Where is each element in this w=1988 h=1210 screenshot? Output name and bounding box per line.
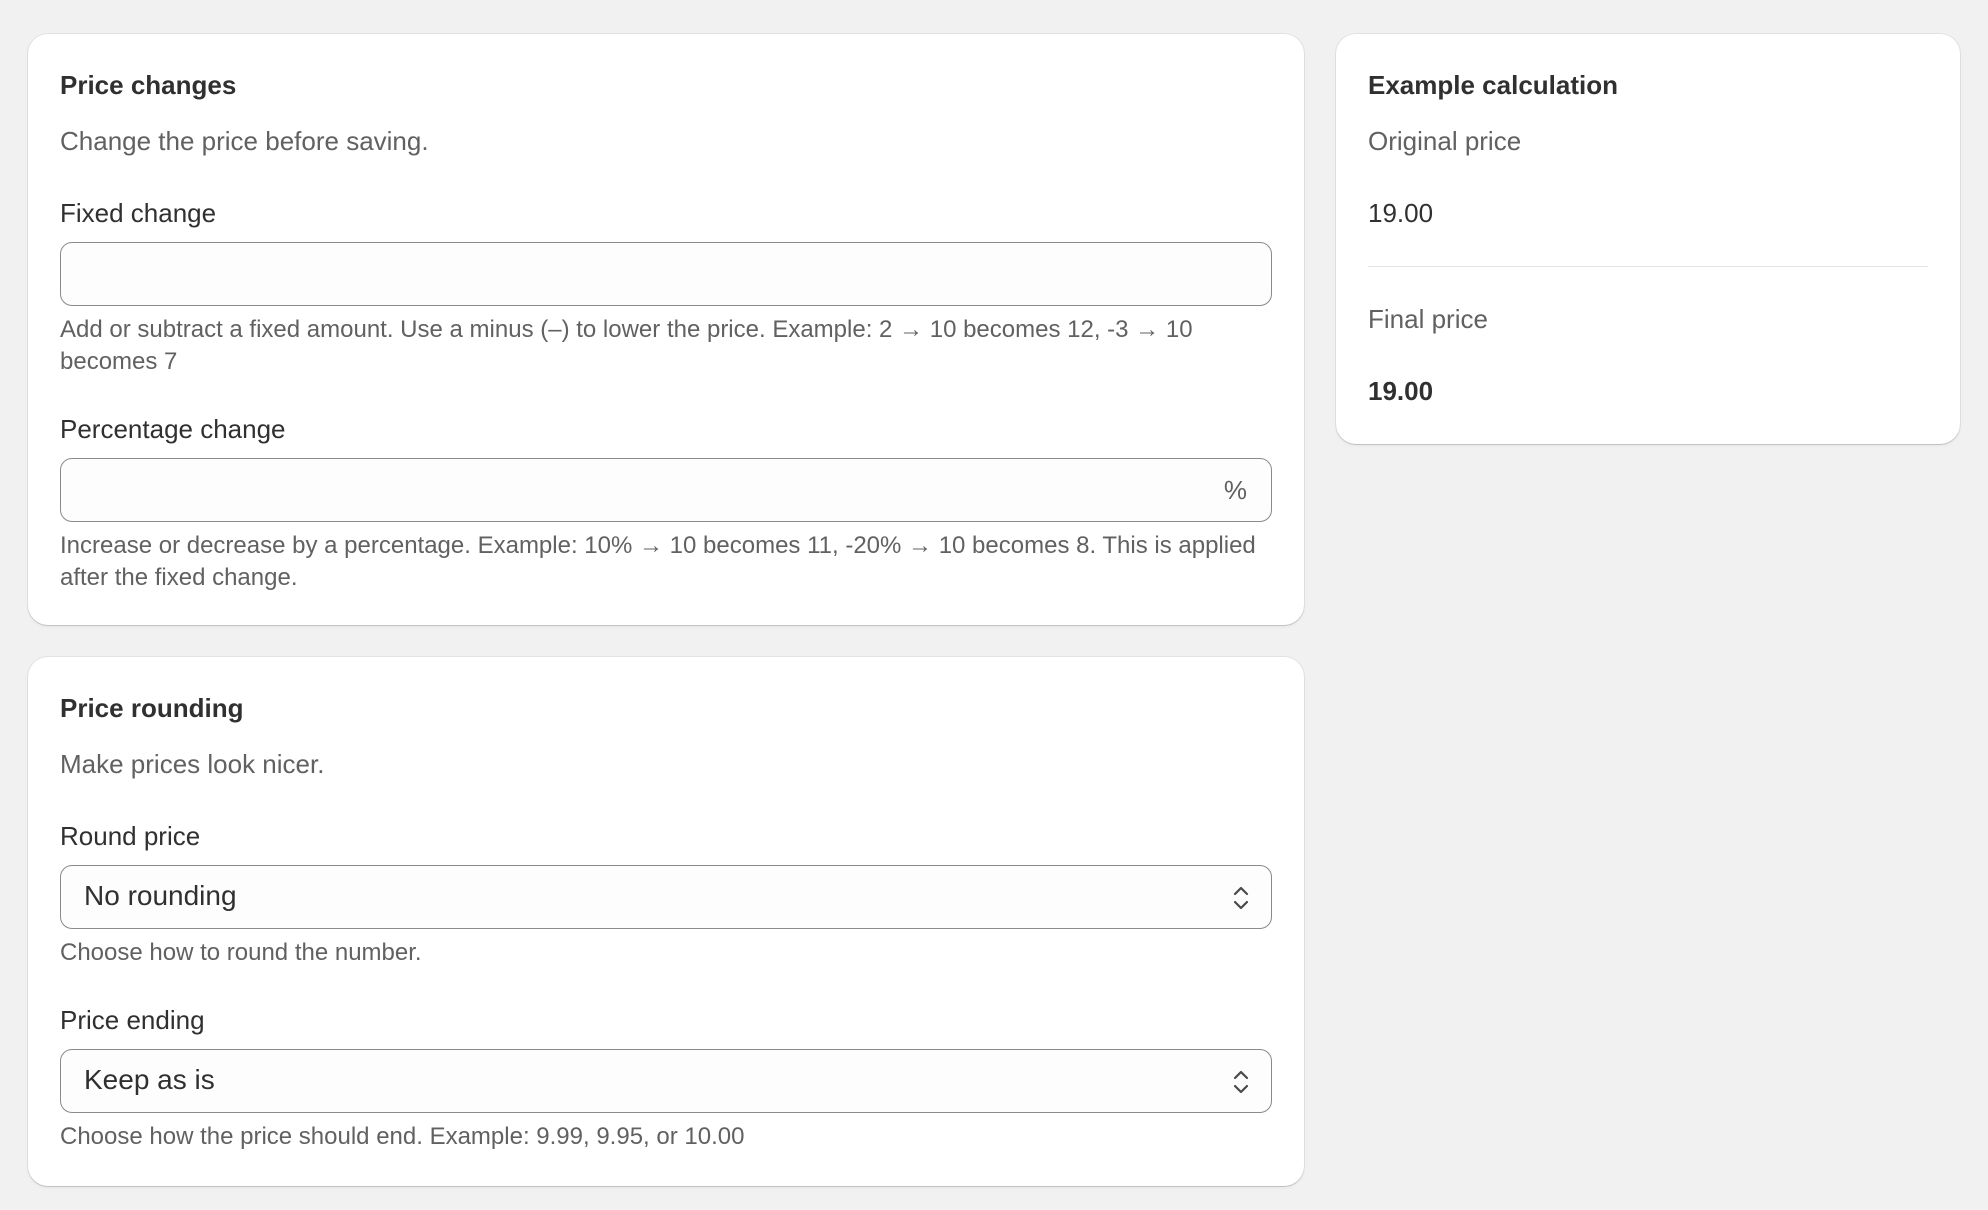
fixed-change-help: Add or subtract a fixed amount. Use a mi…	[60, 316, 1193, 375]
round-price-select[interactable]: No rounding	[60, 865, 1272, 929]
percentage-change-input[interactable]	[61, 459, 1271, 521]
price-rounding-card: Price rounding Make prices look nicer. R…	[28, 657, 1304, 1186]
final-price-label: Final price	[1368, 304, 1488, 334]
price-changes-description: Change the price before saving.	[60, 126, 429, 156]
price-ending-help: Choose how the price should end. Example…	[60, 1123, 745, 1150]
round-price-label: Round price	[60, 821, 201, 851]
original-price-label: Original price	[1368, 126, 1522, 156]
percentage-change-label: Percentage change	[60, 414, 286, 444]
example-calculation-title: Example calculation	[1368, 70, 1618, 100]
round-price-selected-value: No rounding	[84, 880, 237, 911]
fixed-change-label: Fixed change	[60, 198, 217, 228]
fixed-change-input[interactable]	[61, 243, 1271, 305]
round-price-help: Choose how to round the number.	[60, 939, 422, 966]
price-changes-title: Price changes	[60, 70, 237, 100]
percentage-change-help: Increase or decrease by a percentage. Ex…	[60, 532, 1256, 591]
price-ending-selected-value: Keep as is	[84, 1064, 215, 1095]
fixed-change-field[interactable]	[60, 242, 1272, 306]
percentage-change-field[interactable]: %	[60, 458, 1272, 522]
divider	[1368, 266, 1928, 267]
chevron-up-down-icon	[1233, 1070, 1249, 1094]
percent-suffix: %	[1223, 475, 1247, 505]
example-calculation-card: Example calculation Original price 19.00…	[1336, 34, 1960, 444]
price-ending-select[interactable]: Keep as is	[60, 1049, 1272, 1113]
chevron-up-down-icon	[1233, 886, 1249, 910]
original-price-value: 19.00	[1368, 198, 1434, 228]
price-rounding-description: Make prices look nicer.	[60, 749, 325, 779]
page: Price changes Change the price before sa…	[0, 0, 1988, 1210]
price-changes-card: Price changes Change the price before sa…	[28, 34, 1304, 625]
final-price-value: 19.00	[1368, 376, 1434, 406]
price-rounding-title: Price rounding	[60, 693, 244, 723]
price-ending-label: Price ending	[60, 1005, 205, 1035]
